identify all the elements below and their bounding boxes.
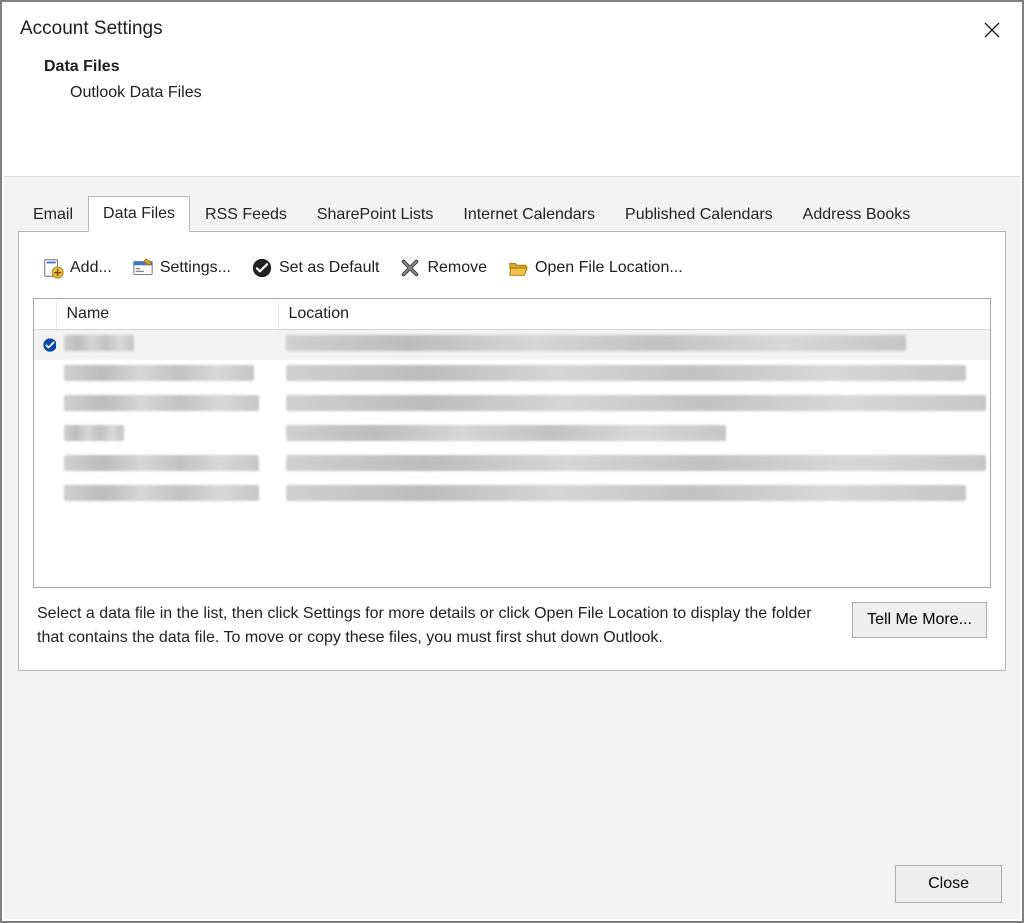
check-circle-icon bbox=[251, 257, 273, 279]
folder-open-icon bbox=[507, 257, 529, 279]
remove-label: Remove bbox=[427, 259, 487, 277]
add-label: Add... bbox=[70, 259, 112, 277]
settings-icon bbox=[132, 257, 154, 279]
close-button[interactable]: Close bbox=[895, 865, 1002, 903]
tab-rss-feeds[interactable]: RSS Feeds bbox=[190, 197, 302, 232]
toolbar: Add... Settings... Set as Default Remove bbox=[33, 250, 991, 298]
tab-strip: Email Data Files RSS Feeds SharePoint Li… bbox=[18, 195, 1006, 232]
cell-location bbox=[278, 420, 990, 450]
remove-button[interactable]: Remove bbox=[394, 254, 492, 282]
section-subtitle: Outlook Data Files bbox=[70, 84, 982, 102]
tab-email[interactable]: Email bbox=[18, 197, 88, 232]
set-default-label: Set as Default bbox=[279, 259, 380, 277]
open-file-location-label: Open File Location... bbox=[535, 259, 683, 277]
table-row[interactable] bbox=[34, 360, 990, 390]
cell-name bbox=[56, 390, 278, 420]
cell-name bbox=[56, 330, 278, 360]
cell-name bbox=[56, 480, 278, 510]
set-default-button[interactable]: Set as Default bbox=[246, 254, 385, 282]
remove-icon bbox=[399, 257, 421, 279]
settings-button[interactable]: Settings... bbox=[127, 254, 236, 282]
cell-location bbox=[278, 450, 990, 480]
settings-label: Settings... bbox=[160, 259, 231, 277]
tab-data-files[interactable]: Data Files bbox=[88, 196, 190, 232]
column-header-name[interactable]: Name bbox=[56, 299, 278, 330]
table-row[interactable] bbox=[34, 420, 990, 450]
data-files-table[interactable]: Name Location bbox=[33, 298, 991, 588]
cell-name bbox=[56, 450, 278, 480]
tab-sharepoint-lists[interactable]: SharePoint Lists bbox=[302, 197, 449, 232]
cell-location bbox=[278, 480, 990, 510]
open-file-location-button[interactable]: Open File Location... bbox=[502, 254, 688, 282]
table-row[interactable] bbox=[34, 330, 990, 360]
add-button[interactable]: Add... bbox=[37, 254, 117, 282]
cell-location bbox=[278, 330, 990, 360]
close-icon[interactable] bbox=[978, 16, 1006, 44]
tell-me-more-button[interactable]: Tell Me More... bbox=[852, 602, 987, 638]
column-header-location[interactable]: Location bbox=[278, 299, 990, 330]
tab-internet-calendars[interactable]: Internet Calendars bbox=[448, 197, 610, 232]
tab-published-calendars[interactable]: Published Calendars bbox=[610, 197, 788, 232]
cell-name bbox=[56, 360, 278, 390]
section-title: Data Files bbox=[44, 58, 982, 76]
table-row[interactable] bbox=[34, 390, 990, 420]
table-row[interactable] bbox=[34, 480, 990, 510]
help-text: Select a data file in the list, then cli… bbox=[37, 602, 834, 650]
dialog-title: Account Settings bbox=[20, 18, 1004, 40]
tab-address-books[interactable]: Address Books bbox=[788, 197, 926, 232]
add-file-icon bbox=[42, 257, 64, 279]
default-indicator-icon bbox=[34, 330, 56, 360]
cell-location bbox=[278, 390, 990, 420]
cell-name bbox=[56, 420, 278, 450]
cell-location bbox=[278, 360, 990, 390]
table-row[interactable] bbox=[34, 450, 990, 480]
